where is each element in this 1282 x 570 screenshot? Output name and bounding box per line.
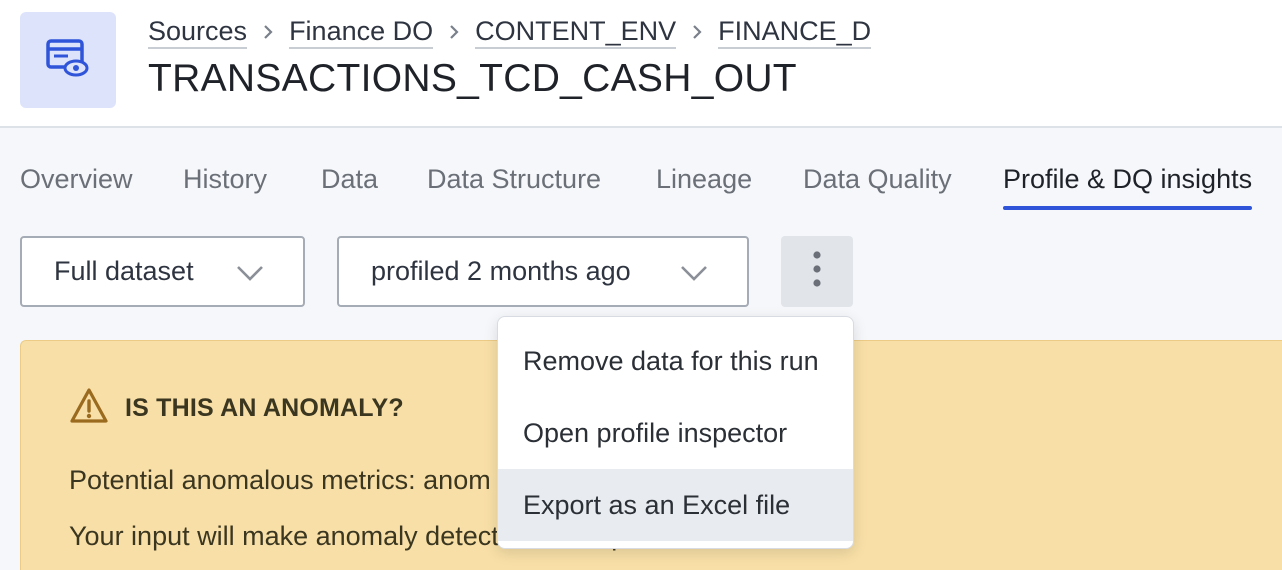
chevron-right-icon — [676, 24, 718, 40]
tab-history[interactable]: History — [183, 164, 267, 194]
banner-header: IS THIS AN ANOMALY? — [69, 387, 404, 430]
chevron-down-icon — [679, 260, 709, 291]
banner-anomalous-metrics: Potential anomalous metrics: anom — [69, 465, 491, 495]
tab-data-structure[interactable]: Data Structure — [427, 164, 601, 194]
breadcrumb-finance-d[interactable]: FINANCE_D — [718, 16, 872, 49]
page-title: TRANSACTIONS_TCD_CASH_OUT — [148, 57, 797, 100]
menu-item-remove-run-data[interactable]: Remove data for this run — [498, 325, 853, 397]
page-header: Sources Finance DO CONTENT_ENV FINANCE_D… — [0, 0, 1282, 128]
more-actions-menu: Remove data for this run Open profile in… — [497, 316, 854, 549]
tab-bar: Overview History Data Data Structure Lin… — [0, 128, 1282, 210]
tab-lineage[interactable]: Lineage — [656, 164, 752, 194]
tab-data[interactable]: Data — [321, 164, 378, 194]
tab-data-quality[interactable]: Data Quality — [803, 164, 952, 194]
profile-run-select[interactable]: profiled 2 months ago — [337, 236, 749, 307]
more-actions-button[interactable] — [781, 236, 853, 307]
scope-select-value: Full dataset — [54, 256, 194, 286]
tab-label: Profile & DQ insights — [1003, 164, 1253, 194]
warning-icon — [69, 387, 109, 430]
breadcrumb-content-env[interactable]: CONTENT_ENV — [475, 16, 677, 49]
scope-select[interactable]: Full dataset — [20, 236, 305, 307]
chevron-right-icon — [433, 24, 475, 40]
banner-title: IS THIS AN ANOMALY? — [125, 394, 404, 422]
tab-profile-dq-insights[interactable]: Profile & DQ insights — [1003, 164, 1253, 210]
chevron-right-icon — [247, 24, 289, 40]
breadcrumb: Sources Finance DO CONTENT_ENV FINANCE_D — [148, 14, 872, 50]
more-vertical-icon — [812, 251, 822, 292]
menu-item-export-excel[interactable]: Export as an Excel file — [498, 469, 853, 541]
chevron-down-icon — [235, 260, 265, 291]
breadcrumb-sources[interactable]: Sources — [148, 16, 248, 49]
menu-item-open-profile-inspector[interactable]: Open profile inspector — [498, 397, 853, 469]
active-tab-indicator — [1003, 206, 1253, 210]
profile-run-select-value: profiled 2 months ago — [371, 256, 631, 286]
entity-icon-tile — [20, 12, 116, 108]
tab-overview[interactable]: Overview — [20, 164, 133, 194]
table-view-icon — [46, 38, 90, 82]
breadcrumb-finance-do[interactable]: Finance DO — [289, 16, 434, 49]
